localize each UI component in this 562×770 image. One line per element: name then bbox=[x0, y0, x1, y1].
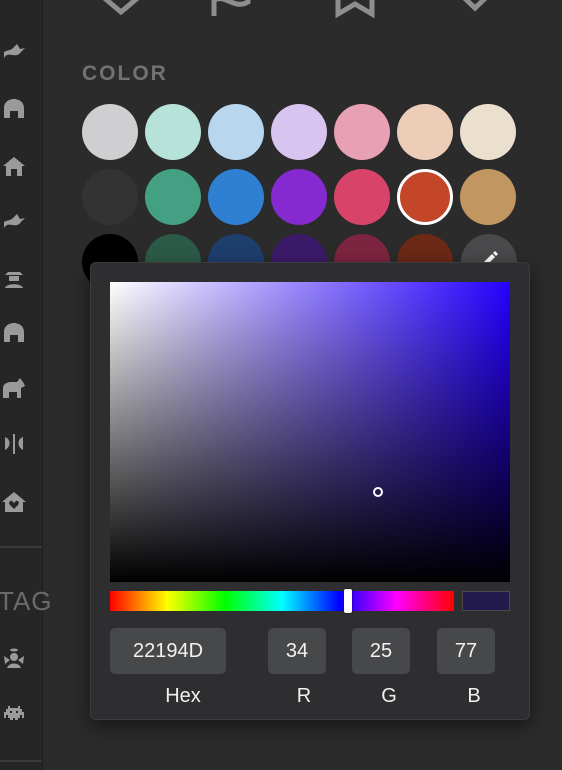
axe-icon[interactable] bbox=[0, 430, 28, 458]
hue-slider[interactable] bbox=[110, 589, 454, 613]
dragon-icon[interactable] bbox=[0, 208, 28, 236]
house-heart-icon[interactable] bbox=[0, 488, 28, 516]
blue-label: B bbox=[467, 685, 481, 707]
blue-input[interactable]: 77 bbox=[437, 628, 495, 674]
hex-label: Hex bbox=[165, 685, 201, 707]
color-picker-popover: 22194D 34 25 77 Hex R G B bbox=[90, 262, 530, 720]
color-swatch[interactable] bbox=[208, 169, 264, 225]
color-swatch[interactable] bbox=[145, 104, 201, 160]
color-swatch[interactable] bbox=[271, 104, 327, 160]
color-swatch[interactable] bbox=[334, 169, 390, 225]
color-swatch[interactable] bbox=[397, 104, 453, 160]
color-preview bbox=[462, 591, 510, 611]
color-swatch[interactable] bbox=[397, 169, 453, 225]
color-swatch[interactable] bbox=[271, 169, 327, 225]
shield-icon[interactable] bbox=[98, 0, 144, 23]
angel-icon[interactable] bbox=[0, 644, 28, 672]
red-input[interactable]: 34 bbox=[268, 628, 326, 674]
color-swatch[interactable] bbox=[82, 104, 138, 160]
gopuram-icon[interactable] bbox=[0, 94, 28, 122]
red-label: R bbox=[296, 685, 312, 707]
saturation-brightness-handle[interactable] bbox=[373, 487, 383, 497]
green-label: G bbox=[381, 685, 397, 707]
gopuram-icon[interactable] bbox=[0, 318, 28, 346]
dragon-icon[interactable] bbox=[0, 38, 28, 66]
color-swatch[interactable] bbox=[460, 104, 516, 160]
flag-icon[interactable] bbox=[206, 0, 252, 23]
chevron-down-icon[interactable] bbox=[452, 0, 498, 23]
color-swatch[interactable] bbox=[82, 169, 138, 225]
color-swatch[interactable] bbox=[208, 104, 264, 160]
saturation-brightness-area[interactable] bbox=[110, 282, 510, 582]
house-icon[interactable] bbox=[0, 152, 28, 180]
color-swatch[interactable] bbox=[334, 104, 390, 160]
green-input[interactable]: 25 bbox=[352, 628, 410, 674]
space-invader-icon[interactable] bbox=[0, 700, 28, 728]
color-section-title: COLOR bbox=[82, 62, 168, 85]
left-rail: TAG bbox=[0, 0, 52, 770]
color-swatch[interactable] bbox=[460, 169, 516, 225]
cowboy-icon[interactable] bbox=[0, 264, 28, 292]
hippo-icon[interactable] bbox=[0, 374, 28, 402]
hue-slider-handle[interactable] bbox=[343, 589, 352, 613]
bookmark-icon[interactable] bbox=[332, 0, 378, 23]
color-swatch[interactable] bbox=[145, 169, 201, 225]
hex-input[interactable]: 22194D bbox=[110, 628, 226, 674]
